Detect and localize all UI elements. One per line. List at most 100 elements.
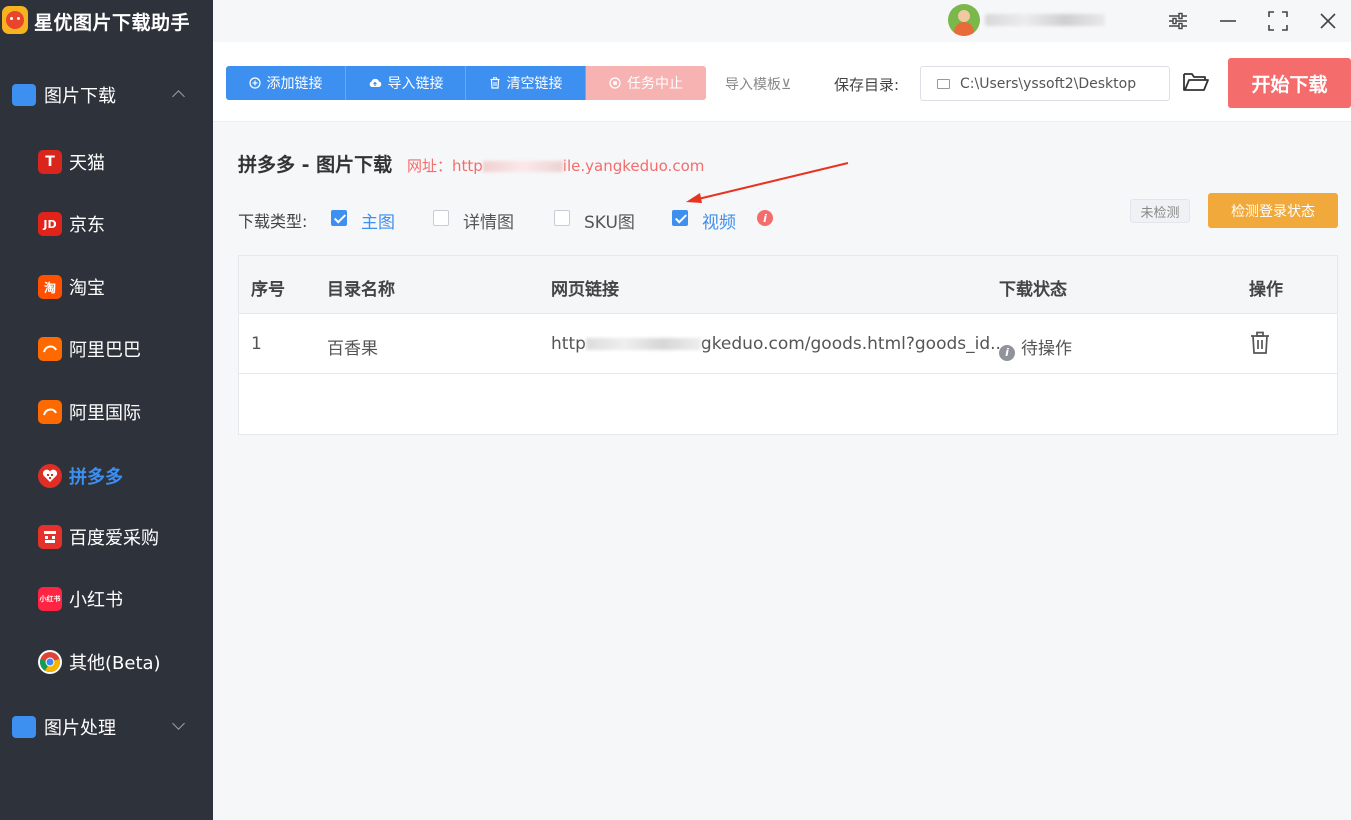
- title-bar: 45l3ulc: [213, 0, 1351, 40]
- column-header-index: 序号: [251, 280, 285, 300]
- import-link-label: 导入链接: [387, 76, 444, 92]
- task-table: 序号 目录名称 网页链接 下载状态 操作 1 百香果 http gkeduo.co…: [238, 255, 1338, 435]
- sidebar-item-taobao[interactable]: 淘 淘宝: [0, 262, 213, 312]
- save-dir-value: C:\Users\yssoft2\Desktop: [960, 75, 1137, 92]
- username-text: 45l3ulc: [985, 14, 1105, 26]
- sidebar-item-label: 百度爱采购: [69, 528, 159, 549]
- clear-link-button[interactable]: 清空链接: [466, 66, 586, 100]
- user-avatar[interactable]: [948, 4, 980, 36]
- minimize-icon[interactable]: [1215, 8, 1241, 34]
- page-title: 拼多多 - 图片下载: [238, 154, 393, 176]
- checkbox-main-image-label[interactable]: 主图: [361, 208, 395, 233]
- cloud-upload-icon: [369, 78, 381, 87]
- sidebar-item-xiaohongshu[interactable]: 小红书 小红书: [0, 574, 213, 624]
- sidebar: 星优图片下载助手 图片下载 T 天猫 JD 京东 淘 淘宝 阿里巴巴 阿里国际 …: [0, 0, 213, 820]
- sidebar-item-label: 阿里巴巴: [69, 340, 141, 361]
- xiaohongshu-icon: 小红书: [38, 587, 62, 611]
- sidebar-group-label: 图片下载: [44, 86, 116, 107]
- folder-icon: [937, 78, 950, 89]
- checkbox-sku-image-label[interactable]: SKU图: [584, 208, 635, 233]
- app-name: 星优图片下载助手: [34, 12, 191, 34]
- checkbox-detail-image-label[interactable]: 详情图: [463, 208, 514, 233]
- sidebar-item-label: 阿里国际: [69, 403, 141, 424]
- checkbox-detail-image[interactable]: [433, 210, 449, 226]
- maximize-icon[interactable]: [1265, 8, 1291, 34]
- column-header-name: 目录名称: [327, 280, 395, 300]
- sidebar-group-image-download[interactable]: 图片下载: [0, 75, 213, 115]
- row-index: 1: [251, 334, 262, 354]
- login-status-badge: 未检测: [1130, 199, 1190, 223]
- sidebar-item-pinduoduo[interactable]: 拼多多: [0, 451, 213, 501]
- annotation-arrow: [686, 162, 849, 203]
- app-logo-icon: [2, 6, 28, 34]
- sidebar-item-alibaba-intl[interactable]: 阿里国际: [0, 387, 213, 437]
- delete-row-trash-icon[interactable]: [1249, 331, 1273, 357]
- row-link-prefix: http: [551, 334, 586, 354]
- trash-icon: [490, 77, 499, 89]
- stop-task-button[interactable]: 任务中止: [586, 66, 706, 100]
- image-download-icon: [12, 84, 36, 106]
- chevron-down-icon: [172, 717, 185, 730]
- checkbox-sku-image[interactable]: [554, 210, 570, 226]
- toolbar: 添加链接 导入链接 清空链接 任务中止 导入模板⊻ 保存目录: C:\Users…: [213, 42, 1351, 122]
- column-header-action: 操作: [1249, 280, 1283, 300]
- add-link-label: 添加链接: [266, 76, 323, 92]
- info-circle-icon: i: [999, 345, 1015, 361]
- baidu-aicaigou-icon: [38, 525, 62, 549]
- clear-link-label: 清空链接: [506, 76, 563, 92]
- sidebar-item-label: 天猫: [69, 153, 105, 174]
- row-link-suffix: gkeduo.com/goods.html?goods_id...: [700, 334, 1007, 354]
- open-folder-icon[interactable]: [1182, 70, 1210, 96]
- row-name: 百香果: [327, 339, 378, 359]
- check-login-button[interactable]: 检测登录状态: [1208, 193, 1338, 228]
- redacted-blur: [482, 161, 563, 172]
- table-row[interactable]: 1 百香果 http gkeduo.com/goods.html?goods_id…: [239, 314, 1337, 374]
- app-title-bar: 星优图片下载助手: [0, 0, 213, 40]
- start-download-button[interactable]: 开始下载: [1228, 58, 1351, 108]
- row-link: http gkeduo.com/goods.html?goods_id...: [551, 334, 1006, 354]
- download-type-label: 下载类型:: [238, 212, 308, 231]
- checkbox-video[interactable]: [672, 210, 688, 226]
- close-icon[interactable]: [1315, 8, 1341, 34]
- site-url[interactable]: 网址：http ile.yangkeduo.com: [407, 155, 704, 176]
- checkbox-main-image[interactable]: [331, 210, 347, 226]
- sidebar-group-label: 图片处理: [44, 718, 116, 739]
- row-status-text: 待操作: [1021, 339, 1072, 359]
- table-header: 序号 目录名称 网页链接 下载状态 操作: [239, 256, 1337, 314]
- alibaba-intl-icon: [38, 400, 62, 424]
- tmall-icon: T: [38, 150, 62, 174]
- sidebar-item-label: 拼多多: [69, 467, 123, 488]
- pinduoduo-icon: [38, 464, 62, 488]
- settings-sliders-icon[interactable]: [1165, 8, 1191, 34]
- save-dir-label: 保存目录:: [834, 76, 900, 94]
- info-icon[interactable]: i: [757, 210, 773, 226]
- import-link-button[interactable]: 导入链接: [346, 66, 466, 100]
- sidebar-item-alibaba[interactable]: 阿里巴巴: [0, 324, 213, 374]
- import-template-link[interactable]: 导入模板⊻: [725, 74, 791, 94]
- image-processing-icon: [12, 716, 36, 738]
- sidebar-item-label: 小红书: [69, 590, 123, 611]
- stop-circle-icon: [609, 77, 621, 89]
- sidebar-item-label: 淘宝: [69, 278, 105, 299]
- taobao-icon: 淘: [38, 275, 62, 299]
- alibaba-icon: [38, 337, 62, 361]
- add-link-button[interactable]: 添加链接: [226, 66, 346, 100]
- chevron-up-icon: [172, 90, 185, 103]
- jd-icon: JD: [38, 212, 62, 236]
- username: 45l3ulc: [985, 8, 1145, 32]
- column-header-status: 下载状态: [999, 280, 1067, 300]
- checkbox-video-label[interactable]: 视频: [702, 208, 736, 233]
- sidebar-item-label: 京东: [69, 215, 105, 236]
- sidebar-item-other-beta[interactable]: 其他(Beta): [0, 637, 213, 687]
- column-header-link: 网页链接: [551, 280, 619, 300]
- redacted-blur: [585, 338, 701, 350]
- sidebar-item-label: 其他(Beta): [69, 653, 161, 674]
- sidebar-item-baidu-aicaigou[interactable]: 百度爱采购: [0, 512, 213, 562]
- sidebar-group-image-processing[interactable]: 图片处理: [0, 707, 213, 747]
- stop-task-label: 任务中止: [627, 76, 683, 92]
- sidebar-item-tmall[interactable]: T 天猫: [0, 137, 213, 187]
- plus-circle-icon: [248, 77, 261, 89]
- sidebar-item-jd[interactable]: JD 京东: [0, 199, 213, 249]
- save-dir-input[interactable]: C:\Users\yssoft2\Desktop: [920, 66, 1170, 101]
- chrome-icon: [38, 650, 62, 674]
